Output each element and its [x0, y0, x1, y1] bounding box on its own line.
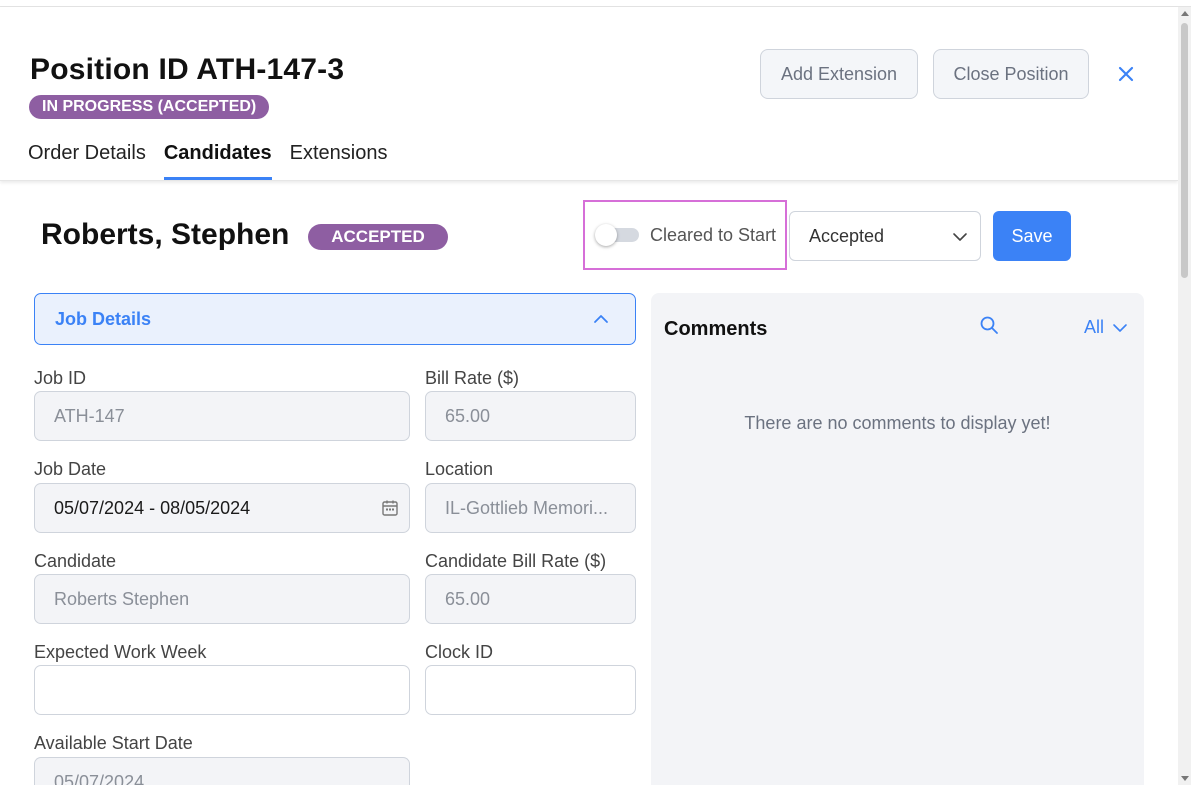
- location-field: IL-Gottlieb Memori...: [425, 483, 636, 533]
- available-start-date-field: 05/07/2024: [34, 757, 410, 785]
- chevron-up-icon: [594, 315, 608, 323]
- tab-candidates[interactable]: Candidates: [163, 139, 272, 180]
- close-icon[interactable]: [1114, 62, 1138, 86]
- job-date-label: Job Date: [34, 459, 107, 479]
- candidate-bill-rate-label: Candidate Bill Rate ($): [425, 551, 607, 571]
- bill-rate-field: 65.00: [425, 391, 636, 441]
- scrollbar-thumb[interactable]: [1181, 23, 1188, 278]
- job-id-field: ATH-147: [34, 391, 410, 441]
- comments-panel: Comments All There are no comments to di…: [651, 293, 1144, 785]
- calendar-icon[interactable]: [381, 499, 399, 517]
- scroll-up-arrow-icon[interactable]: [1181, 11, 1189, 16]
- position-header: Position ID ATH-147-3 IN PROGRESS (ACCEP…: [0, 7, 1178, 181]
- available-start-date-label: Available Start Date: [34, 733, 193, 753]
- comments-empty-message: There are no comments to display yet!: [744, 413, 1051, 433]
- expected-work-week-label: Expected Work Week: [34, 642, 207, 662]
- position-status-badge: IN PROGRESS (ACCEPTED): [29, 95, 270, 119]
- toggle-knob: [595, 224, 617, 246]
- expected-work-week-input[interactable]: [34, 665, 410, 715]
- close-position-button[interactable]: Close Position: [933, 49, 1089, 99]
- window-top-edge: [0, 0, 1191, 7]
- scroll-down-arrow-icon[interactable]: [1181, 776, 1189, 781]
- page-scrollbar[interactable]: [1178, 7, 1191, 785]
- candidate-status-select[interactable]: Accepted: [789, 211, 981, 261]
- clock-id-label: Clock ID: [425, 642, 494, 662]
- clock-id-input[interactable]: [425, 665, 636, 715]
- candidate-status-badge: ACCEPTED: [308, 224, 448, 250]
- tab-order-details[interactable]: Order Details: [28, 139, 146, 180]
- chevron-down-icon: [1113, 323, 1127, 332]
- comments-filter-value: All: [1084, 317, 1105, 337]
- tab-bar: Order Details Candidates Extensions: [28, 139, 405, 180]
- search-icon[interactable]: [979, 315, 999, 335]
- job-id-label: Job ID: [34, 368, 87, 388]
- location-label: Location: [425, 459, 494, 479]
- status-select-value: Accepted: [809, 225, 885, 246]
- comments-title: Comments: [664, 318, 768, 340]
- tab-extensions[interactable]: Extensions: [290, 139, 388, 180]
- cleared-to-start-label: Cleared to Start: [650, 224, 777, 245]
- job-date-field[interactable]: 05/07/2024 - 08/05/2024: [34, 483, 410, 533]
- chevron-down-icon: [953, 233, 967, 241]
- toggle-switch[interactable]: [595, 224, 639, 246]
- candidate-bill-rate-field: 65.00: [425, 574, 636, 624]
- bill-rate-label: Bill Rate ($): [425, 368, 520, 388]
- add-extension-button[interactable]: Add Extension: [760, 49, 918, 99]
- job-details-accordion-header[interactable]: Job Details: [34, 293, 636, 345]
- job-details-title: Job Details: [55, 308, 152, 329]
- cleared-to-start-toggle[interactable]: Cleared to Start: [583, 200, 787, 270]
- save-button[interactable]: Save: [993, 211, 1071, 261]
- page-title: Position ID ATH-147-3: [30, 53, 345, 86]
- job-date-value: 05/07/2024 - 08/05/2024: [54, 497, 251, 518]
- comments-filter-dropdown[interactable]: All: [1084, 317, 1128, 338]
- candidate-label: Candidate: [34, 551, 117, 571]
- candidate-field: Roberts Stephen: [34, 574, 410, 624]
- candidate-name: Roberts, Stephen: [41, 218, 290, 251]
